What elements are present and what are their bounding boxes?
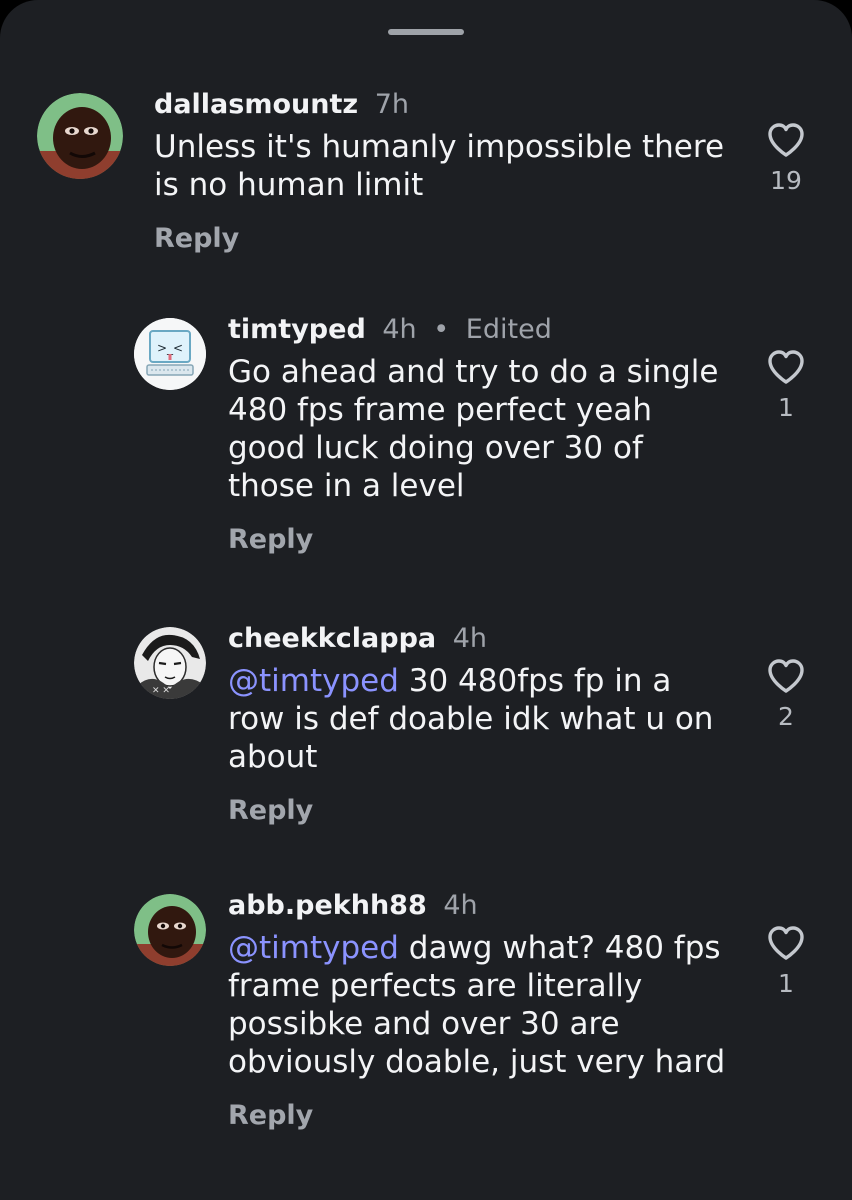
avatar[interactable]: >_< (134, 318, 206, 390)
username[interactable]: timtyped (228, 314, 366, 345)
comment-meta: dallasmountz 7h (154, 88, 732, 122)
comment-meta: timtyped 4h • Edited (228, 313, 732, 347)
like-control[interactable]: 2 (756, 658, 816, 732)
reply-button[interactable]: Reply (228, 523, 732, 557)
timestamp: 4h (382, 314, 417, 345)
like-count: 1 (778, 969, 794, 998)
comment-text: Unless it's humanly impossible there is … (154, 128, 732, 204)
comment-meta: abb.pekhh88 4h (228, 889, 732, 923)
username[interactable]: cheekkclappa (228, 623, 436, 654)
like-control[interactable]: 1 (756, 925, 816, 999)
username[interactable]: abb.pekhh88 (228, 890, 427, 921)
heart-outline-icon[interactable] (766, 925, 806, 961)
like-count: 2 (778, 702, 794, 731)
like-count: 1 (778, 393, 794, 422)
avatar[interactable]: ✕ ✕ (134, 627, 206, 699)
svg-text:✕ ✕: ✕ ✕ (152, 686, 170, 696)
mention-link[interactable]: @timtyped (228, 930, 399, 966)
heart-outline-icon[interactable] (766, 349, 806, 385)
svg-text:>_<: >_< (157, 341, 183, 355)
comment-text: Go ahead and try to do a single 480 fps … (228, 353, 732, 505)
avatar[interactable] (37, 93, 123, 179)
username[interactable]: dallasmountz (154, 89, 358, 120)
comment-body: Go ahead and try to do a single 480 fps … (228, 354, 719, 504)
like-control[interactable]: 1 (756, 349, 816, 423)
like-control[interactable]: 19 (756, 122, 816, 196)
comments-sheet: dallasmountz 7h Unless it's humanly impo… (0, 0, 852, 1200)
separator-dot: • (433, 314, 450, 345)
heart-outline-icon[interactable] (766, 658, 806, 694)
like-count: 19 (770, 166, 802, 195)
heart-outline-icon[interactable] (766, 122, 806, 158)
comment-body: Unless it's humanly impossible there is … (154, 129, 725, 203)
comment-text: @timtyped dawg what? 480 fps frame perfe… (228, 929, 732, 1081)
avatar[interactable] (134, 894, 206, 966)
timestamp: 4h (452, 623, 488, 654)
comment-text: @timtyped 30 480fps fp in a row is def d… (228, 662, 732, 776)
comment-meta: cheekkclappa 4h (228, 622, 732, 656)
reply-button[interactable]: Reply (228, 1099, 732, 1133)
reply-button[interactable]: Reply (154, 222, 732, 256)
reply-button[interactable]: Reply (228, 794, 732, 828)
timestamp: 4h (443, 890, 478, 921)
drag-handle[interactable] (388, 29, 464, 35)
mention-link[interactable]: @timtyped (228, 663, 399, 699)
timestamp: 7h (374, 89, 409, 120)
edited-label: Edited (465, 314, 552, 345)
